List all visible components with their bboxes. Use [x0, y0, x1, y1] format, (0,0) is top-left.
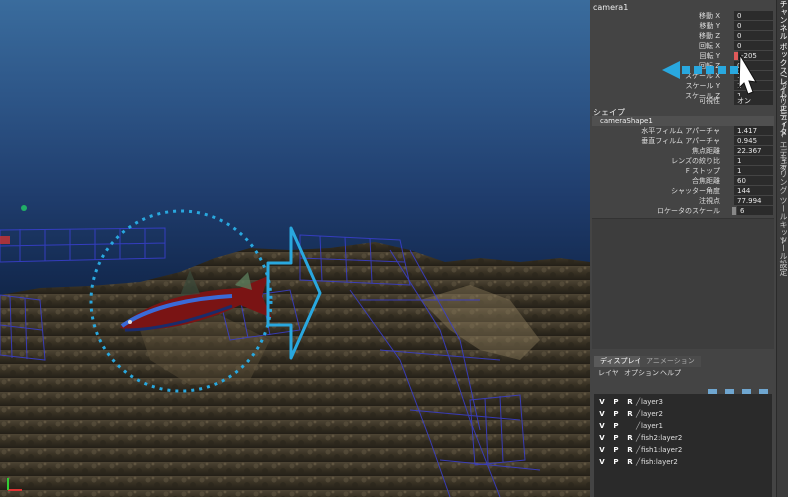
attr-value-field[interactable]: 1.417 — [734, 126, 773, 135]
attr-label: F ストップ — [685, 167, 720, 175]
render-toggle[interactable]: R — [626, 456, 634, 468]
annotation-overlay — [662, 53, 757, 95]
playback-toggle[interactable]: P — [612, 420, 620, 432]
attr-row-center-of-interest[interactable]: 注視点 77.994 — [590, 196, 776, 206]
attr-row-vertical-film-aperture[interactable]: 垂直フィルム アパーチャ 0.945 — [590, 136, 776, 146]
playback-toggle[interactable]: P — [612, 444, 620, 456]
side-tab-channel-box[interactable]: チャンネル ボックス/レイヤ エディタ — [777, 0, 788, 136]
playback-toggle[interactable]: P — [612, 408, 620, 420]
attr-row-focal-length[interactable]: 焦点距離 22.367 — [590, 146, 776, 156]
side-tab-tool-settings[interactable]: ツール設定 — [777, 236, 788, 276]
menu-options[interactable]: オプション — [624, 368, 659, 378]
visibility-toggle[interactable]: V — [598, 408, 606, 420]
attr-label: 焦点距離 — [692, 147, 720, 155]
layer-color-slash: ╱ — [636, 410, 641, 418]
attr-row-lens-squeeze-ratio[interactable]: レンズの絞り比 1 — [590, 156, 776, 166]
layer-row[interactable]: V P R ╱ fish1:layer2 — [594, 444, 772, 456]
attr-value-field[interactable]: 6 — [737, 206, 773, 215]
layer-color-slash: ╱ — [636, 398, 641, 406]
attr-label: 注視点 — [699, 197, 720, 205]
layer-name[interactable]: fish:layer2 — [641, 456, 678, 468]
visibility-toggle[interactable]: V — [598, 456, 606, 468]
side-tab-attribute-editor[interactable]: アトリビュート エディタ — [777, 82, 788, 173]
layer-color-slash: ╱ — [636, 422, 641, 430]
layer-editor: ディスプレイ アニメーション レイヤ オプション ヘルプ V P R ╱ lay… — [592, 356, 774, 497]
attr-label: シャッター角度 — [671, 187, 720, 195]
layer-row[interactable]: V P R ╱ fish:layer2 — [594, 456, 772, 468]
channel-box-panel: camera1 移動 X 0 移動 Y 0 移動 Z 0 回転 X 0 回転 Y… — [590, 0, 776, 497]
layer-toolbar — [705, 382, 768, 397]
side-tab-strip: チャンネル ボックス/レイヤ エディタ アトリビュート エディタ モデリング ツ… — [776, 0, 788, 497]
visibility-toggle[interactable]: V — [598, 432, 606, 444]
menu-layers[interactable]: レイヤ — [598, 368, 619, 378]
attr-value-field[interactable]: 22.367 — [734, 146, 773, 155]
attr-value-field[interactable]: 0.945 — [734, 136, 773, 145]
attr-label: ロケータのスケール — [657, 207, 720, 215]
playback-toggle[interactable]: P — [612, 396, 620, 408]
side-tab-modeling-toolkit[interactable]: モデリング ツールキット — [777, 154, 788, 245]
viewport-scene — [0, 205, 590, 497]
layer-name[interactable]: fish2:layer2 — [641, 432, 682, 444]
layer-color-slash: ╱ — [636, 458, 641, 466]
layer-list: V P R ╱ layer3 V P R ╱ layer2 V P ╱ laye… — [594, 394, 772, 497]
left-pointing-arrow-icon — [662, 61, 738, 79]
layer-row[interactable]: V P R ╱ fish2:layer2 — [594, 432, 772, 444]
render-toggle[interactable]: R — [626, 396, 634, 408]
render-toggle[interactable]: R — [626, 444, 634, 456]
visibility-toggle[interactable]: V — [598, 396, 606, 408]
attr-value-field[interactable]: 1 — [734, 156, 773, 165]
channel-box-empty-area — [592, 218, 774, 349]
layer-row[interactable]: V P ╱ layer1 — [594, 420, 772, 432]
attr-label: レンズの絞り比 — [671, 157, 720, 165]
render-toggle[interactable]: R — [626, 432, 634, 444]
seabed-terrain — [0, 242, 590, 497]
mouse-cursor-icon — [738, 53, 757, 95]
layer-row[interactable]: V P R ╱ layer3 — [594, 396, 772, 408]
locked-marker — [732, 207, 736, 215]
visibility-toggle[interactable]: V — [598, 444, 606, 456]
attr-label: 垂直フィルム アパーチャ — [641, 137, 720, 145]
menu-help[interactable]: ヘルプ — [660, 368, 681, 378]
3d-viewport[interactable] — [0, 0, 590, 497]
layer-name[interactable]: fish1:layer2 — [641, 444, 682, 456]
attr-value-field[interactable]: 60 — [734, 176, 773, 185]
playback-toggle[interactable]: P — [612, 432, 620, 444]
attr-row-horizontal-film-aperture[interactable]: 水平フィルム アパーチャ 1.417 — [590, 126, 776, 136]
attr-label: 水平フィルム アパーチャ — [641, 127, 720, 135]
attr-value-field[interactable]: 77.994 — [734, 196, 773, 205]
layer-row[interactable]: V P R ╱ layer2 — [594, 408, 772, 420]
render-toggle[interactable]: R — [626, 408, 634, 420]
attr-row-shutter-angle[interactable]: シャッター角度 144 — [590, 186, 776, 196]
attr-row-locator-scale[interactable]: ロケータのスケール 6 — [590, 206, 776, 216]
attr-row-focus-distance[interactable]: 合焦距離 60 — [590, 176, 776, 186]
layer-name[interactable]: layer1 — [641, 420, 663, 432]
tab-animation[interactable]: アニメーション — [640, 356, 701, 367]
visibility-toggle[interactable]: V — [598, 420, 606, 432]
playback-toggle[interactable]: P — [612, 456, 620, 468]
attr-value-field[interactable]: 1 — [734, 166, 773, 175]
attr-label: 合焦距離 — [692, 177, 720, 185]
attr-value-field[interactable]: 144 — [734, 186, 773, 195]
layer-name[interactable]: layer2 — [641, 408, 663, 420]
attr-row-f-stop[interactable]: F ストップ 1 — [590, 166, 776, 176]
layer-color-slash: ╱ — [636, 446, 641, 454]
layer-name[interactable]: layer3 — [641, 396, 663, 408]
layer-color-slash: ╱ — [636, 434, 641, 442]
